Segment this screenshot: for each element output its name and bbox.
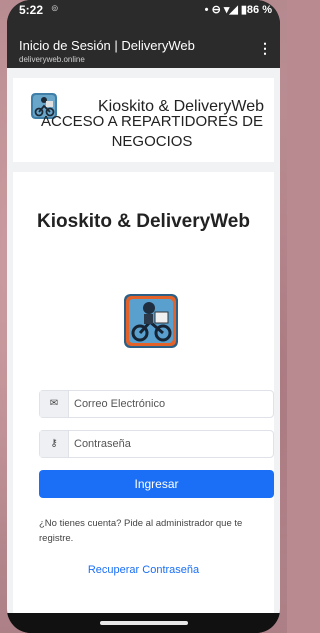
phone-frame: 5:22 ⊚ • ⊖ ▾◢ ▮86 % Inicio de Sesión | D… [7,0,280,633]
key-icon: ⚷ [40,431,69,457]
status-icons: • ⊖ ▾◢ ▮86 % [204,4,272,16]
section-heading: ACCESO A REPARTIDORES DE NEGOCIOS [40,113,263,150]
header-card: Kioskito & DeliveryWeb ACCESO A REPARTID… [13,78,274,162]
page-title: Inicio de Sesión | DeliveryWeb [19,38,195,53]
envelope-icon: ✉ [40,391,69,417]
no-account-note: ¿No tienes cuenta? Pide al administrador… [39,518,243,544]
password-field[interactable]: ⚷ [39,430,274,458]
recover-password-link[interactable]: Recuperar Contraseña [13,564,274,576]
gesture-navigation-bar [7,613,280,633]
page-viewport: Kioskito & DeliveryWeb ACCESO A REPARTID… [7,68,280,617]
app-title: Kioskito & DeliveryWeb [37,211,250,232]
password-input[interactable] [74,436,264,452]
home-gesture-handle[interactable] [100,621,188,625]
page-url[interactable]: deliveryweb.online [19,55,85,64]
overflow-menu-icon[interactable]: ⋮ [258,40,272,57]
status-bar: 5:22 ⊚ • ⊖ ▾◢ ▮86 % [7,0,280,20]
login-button[interactable]: Ingresar [39,470,274,498]
status-time: 5:22 [19,3,44,17]
email-field[interactable]: ✉ [39,390,274,418]
browser-bar[interactable]: Inicio de Sesión | DeliveryWeb deliveryw… [7,20,280,68]
login-card: Kioskito & DeliveryWeb ✉ ⚷ Ingres [13,172,274,617]
delivery-motorcycle-logo-icon [124,294,178,348]
status-indicator-icon: ⊚ [51,3,59,13]
email-input[interactable] [74,396,264,412]
